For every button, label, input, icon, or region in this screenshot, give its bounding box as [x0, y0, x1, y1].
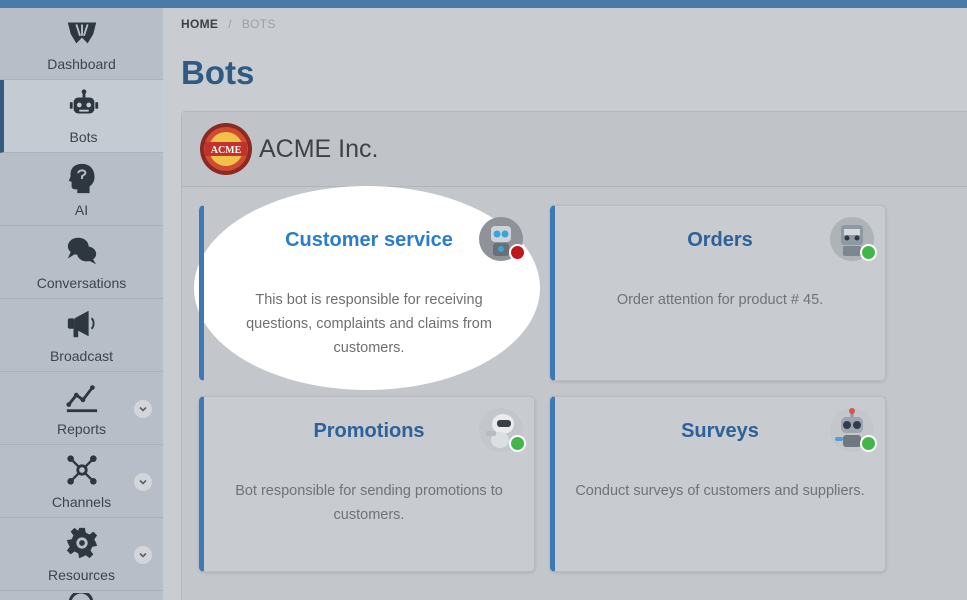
- bot-icon: [64, 85, 104, 125]
- sidebar-item-label: Channels: [51, 494, 112, 510]
- organization-logo: ACME: [200, 123, 252, 175]
- sidebar: Dashboard Bots AI Conversations Broadcas…: [0, 8, 163, 600]
- bot-card-promotions[interactable]: Promotions Bot responsible for sending p…: [199, 396, 535, 572]
- status-indicator: [860, 435, 877, 452]
- sidebar-item-channels[interactable]: Channels: [0, 445, 163, 518]
- sidebar-item-label: Dashboard: [47, 56, 116, 72]
- sidebar-item-label: Conversations: [36, 275, 127, 291]
- chart-icon: [62, 377, 102, 417]
- breadcrumb: HOME / BOTS: [181, 17, 276, 31]
- sidebar-item-resources[interactable]: Resources: [0, 518, 163, 591]
- bot-card-description: Conduct surveys of customers and supplie…: [575, 483, 865, 499]
- sidebar-item-partial[interactable]: [0, 590, 163, 600]
- sidebar-item-broadcast[interactable]: Broadcast: [0, 299, 163, 372]
- organization-header: ACME ACME Inc.: [182, 112, 967, 187]
- breadcrumb-home-link[interactable]: HOME: [181, 17, 218, 31]
- channels-icon: [62, 450, 102, 490]
- megaphone-icon: [62, 304, 102, 344]
- ai-head-icon: [62, 158, 102, 198]
- status-indicator: [509, 435, 526, 452]
- dashboard-icon: [62, 12, 102, 52]
- gear-icon: [62, 523, 102, 563]
- organization-name: ACME Inc.: [259, 134, 379, 163]
- breadcrumb-separator: /: [228, 17, 232, 31]
- sidebar-item-ai[interactable]: AI: [0, 153, 163, 226]
- sidebar-item-dashboard[interactable]: Dashboard: [0, 8, 163, 80]
- page-title: Bots: [181, 54, 255, 91]
- sidebar-item-label: Reports: [56, 421, 107, 437]
- bot-card-customer-service[interactable]: Customer service This bot is responsible…: [199, 205, 535, 381]
- sidebar-item-label: Broadcast: [49, 348, 114, 364]
- sidebar-item-conversations[interactable]: Conversations: [0, 226, 163, 299]
- status-indicator: [509, 244, 526, 261]
- sidebar-item-label: AI: [74, 202, 89, 218]
- bot-card-orders[interactable]: Orders Order attention for product # 45.: [550, 205, 886, 381]
- chevron-down-icon[interactable]: [134, 400, 152, 418]
- status-indicator: [860, 244, 877, 261]
- chevron-down-icon[interactable]: [134, 546, 152, 564]
- sidebar-item-label: Resources: [48, 567, 115, 583]
- svg-text:ACME: ACME: [211, 145, 242, 156]
- bot-card-description: Order attention for product # 45.: [616, 292, 824, 308]
- chevron-down-icon[interactable]: [134, 473, 152, 491]
- sidebar-item-bots[interactable]: Bots: [0, 80, 163, 153]
- main-content: HOME / BOTS Bots ACME ACME Inc. Customer s…: [163, 8, 967, 600]
- bot-card-description: Bot responsible for sending promotions t…: [235, 483, 503, 523]
- bot-card-description: This bot is responsible for receiving qu…: [246, 292, 492, 356]
- sidebar-item-label: Bots: [69, 129, 98, 145]
- sidebar-item-reports[interactable]: Reports: [0, 372, 163, 445]
- chat-bubbles-icon: [62, 231, 102, 271]
- top-bar: [0, 0, 967, 8]
- breadcrumb-current: BOTS: [241, 17, 276, 31]
- bot-card-surveys[interactable]: Surveys Conduct surveys of customers and…: [550, 396, 886, 572]
